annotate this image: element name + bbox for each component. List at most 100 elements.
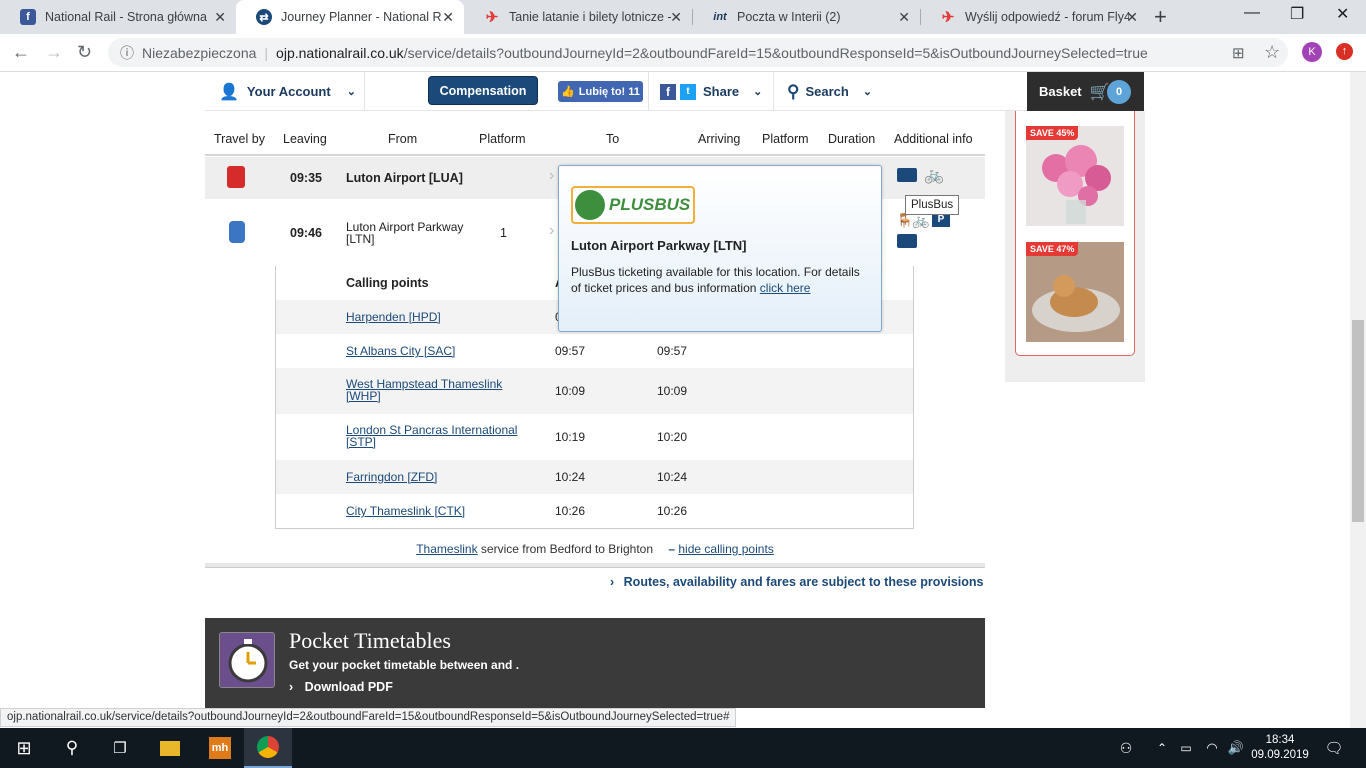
your-account-menu[interactable]: 👤 Your Account ⌄ (219, 72, 356, 111)
ad-dog-bed[interactable]: SAVE 47% (1026, 242, 1124, 342)
hide-calling-points-link[interactable]: hide calling points (678, 542, 773, 556)
chevron-up-icon[interactable]: ⌃ (1152, 728, 1172, 768)
page-scrollbar[interactable] (1350, 72, 1366, 728)
sidebar-ad-panel: SAVE 45% SAVE 47% (1005, 111, 1145, 382)
click-here-link[interactable]: click here (760, 281, 811, 295)
search-icon[interactable]: ⚲ (48, 728, 96, 768)
url-host: ojp.nationalrail.co.uk (276, 44, 404, 61)
volume-icon[interactable]: 🔊 (1224, 728, 1248, 768)
people-icon[interactable]: ⚇ (1114, 728, 1138, 768)
clock[interactable]: 18:34 09.09.2019 (1251, 728, 1309, 768)
mh-app-icon[interactable]: mh (196, 728, 244, 768)
journey-table-header: Travel by Leaving From Platform To Arriv… (205, 122, 985, 156)
tab-national-rail-home[interactable]: f National Rail - Strona główna ✕ (0, 0, 236, 34)
task-view-icon[interactable]: ❐ (96, 728, 144, 768)
forward-icon[interactable]: → (45, 42, 63, 63)
close-window-icon[interactable]: ✕ (1336, 4, 1349, 24)
station-link[interactable]: Harpenden [HPD] (346, 310, 441, 324)
plusbus-logo: PLUSBUS (571, 186, 695, 224)
battery-icon[interactable]: ▭ (1176, 728, 1196, 768)
station-link[interactable]: Farringdon [ZFD] (346, 470, 437, 484)
tab-title: Journey Planner - National Rail (281, 10, 441, 24)
url-path: /service/details?outboundJourneyId=2&out… (403, 44, 1148, 61)
plusbus-icon[interactable] (897, 234, 917, 248)
file-explorer-icon[interactable] (146, 728, 194, 768)
tab-fly4free[interactable]: ✈ Tanie latanie i bilety lotnicze - F ✕ (464, 0, 692, 34)
back-icon[interactable]: ← (12, 42, 30, 63)
tab-title: National Rail - Strona główna (45, 10, 207, 24)
chevron-right-icon: › (610, 575, 615, 589)
share-menu[interactable]: f t Share ⌄ (660, 72, 762, 111)
compensation-button[interactable]: Compensation (428, 76, 538, 105)
basket-button[interactable]: Basket 🛒 0 (1027, 72, 1144, 111)
close-icon[interactable]: ✕ (670, 9, 682, 26)
status-bar-url: ojp.nationalrail.co.uk/service/details?o… (0, 708, 737, 727)
restore-icon[interactable]: ❐ (1290, 4, 1304, 24)
bus-icon (227, 166, 245, 188)
update-icon[interactable]: ↑ (1336, 43, 1353, 60)
plusbus-roundel-icon (575, 190, 605, 220)
parking-icon[interactable]: P (932, 213, 950, 227)
service-text: service from Bedford to Brighton (480, 542, 653, 556)
provisions-label: Routes, availability and fares are subje… (623, 575, 984, 589)
translate-icon[interactable]: ⊞ (1232, 44, 1245, 62)
dog-bed-image (1026, 242, 1124, 342)
header-leaving: Leaving (283, 132, 327, 146)
notifications-icon[interactable]: 🗨 (1318, 728, 1350, 768)
tab-fly4free-forum[interactable]: ✈ Wyślij odpowiedź - forum Fly4 ✕ (920, 0, 1148, 34)
close-icon[interactable]: ✕ (442, 9, 454, 26)
basket-label: Basket (1039, 84, 1082, 99)
service-info-line: Thameslink service from Bedford to Brigh… (205, 542, 985, 556)
close-icon[interactable]: ✕ (898, 9, 910, 26)
search-menu[interactable]: ⚲ Search ⌄ (787, 72, 872, 111)
clock-date: 09.09.2019 (1251, 749, 1309, 761)
table-row: St Albans City [SAC] 09:57 09:57 (276, 334, 913, 368)
windows-start-icon[interactable]: ⊞ (0, 728, 48, 768)
from-station: Luton Airport Parkway [LTN] (346, 220, 464, 246)
close-icon[interactable]: ✕ (1126, 9, 1138, 26)
ad-flowers[interactable]: SAVE 45% (1026, 126, 1124, 226)
info-icon[interactable]: ⓘ (120, 43, 134, 63)
plusbus-logo-text: PLUSBUS (609, 195, 691, 214)
download-pdf-link[interactable]: › Download PDF (289, 680, 393, 694)
pocket-timetables-banner: Pocket Timetables Get your pocket timeta… (205, 618, 985, 708)
security-label: Niezabezpieczona (142, 44, 257, 61)
profile-avatar[interactable]: K (1302, 42, 1322, 62)
chevron-down-icon: ⌄ (346, 86, 356, 98)
basket-count: 0 (1107, 80, 1131, 104)
plusbus-icon[interactable] (897, 168, 917, 182)
search-label: Search (805, 84, 849, 99)
url-field[interactable]: ⓘ Niezabezpieczona | ojp.nationalrail.co… (108, 38, 1288, 67)
provisions-link[interactable]: › Routes, availability and fares are sub… (610, 575, 984, 589)
station-link[interactable]: London St Pancras International [STP] (346, 424, 521, 448)
chrome-icon[interactable] (244, 728, 292, 768)
reload-icon[interactable]: ↻ (77, 42, 92, 63)
scroll-thumb[interactable] (1352, 320, 1364, 522)
operator-link[interactable]: Thameslink (416, 542, 477, 556)
share-label: Share (703, 84, 740, 99)
table-row: City Thameslink [CTK] 10:26 10:26 (276, 494, 913, 528)
bookmark-star-icon[interactable]: ☆ (1264, 42, 1280, 63)
fb-like-label: Lubię to! 11 (578, 85, 640, 98)
departure-time: 10:09 (657, 384, 688, 398)
new-tab-button[interactable]: + (1154, 4, 1167, 30)
tab-interia-mail[interactable]: int Poczta w Interii (2) ✕ (692, 0, 920, 34)
leaving-time: 09:46 (290, 226, 322, 240)
station-link[interactable]: St Albans City [SAC] (346, 344, 455, 358)
section-divider (205, 563, 985, 568)
url-separator: | (264, 44, 269, 61)
facebook-like-button[interactable]: 👍 Lubię to! 11 (558, 81, 643, 102)
table-row: London St Pancras International [STP] 10… (276, 414, 913, 460)
wifi-icon[interactable]: ◠ (1200, 728, 1224, 768)
thumbs-up-icon: 👍 (561, 86, 575, 98)
station-link[interactable]: West Hampstead Thameslink [WHP] (346, 378, 516, 402)
station-link[interactable]: City Thameslink [CTK] (346, 504, 465, 518)
minimize-icon[interactable]: — (1244, 4, 1260, 22)
bicycle-icon[interactable]: 🚲 (924, 165, 944, 185)
close-icon[interactable]: ✕ (214, 9, 226, 26)
departure-time: 10:26 (657, 504, 688, 518)
departure-time: 09:57 (657, 344, 688, 358)
discount-badge: SAVE 45% (1026, 126, 1079, 140)
tab-journey-planner[interactable]: ⇄ Journey Planner - National Rail ✕ (236, 0, 464, 34)
tab-title: Wyślij odpowiedź - forum Fly4 (965, 10, 1129, 24)
